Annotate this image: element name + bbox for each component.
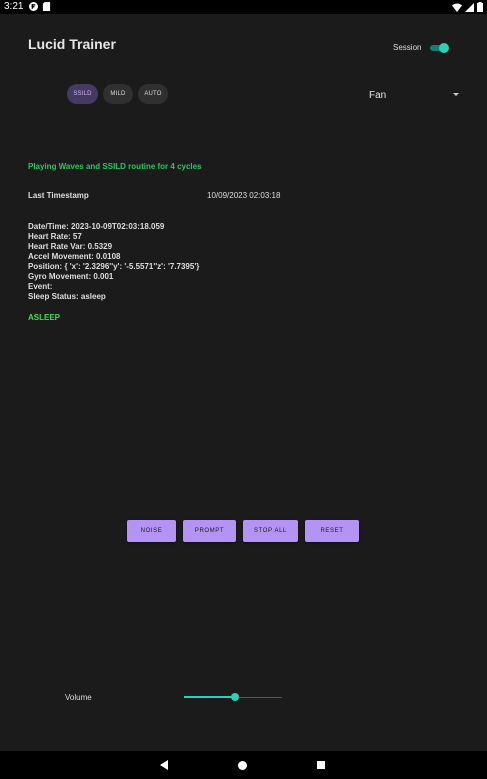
prompt-button[interactable]: PROMPT bbox=[183, 520, 236, 542]
detail-sleep-status: Sleep Status: asleep bbox=[28, 292, 106, 301]
detail-datetime: Date/Time: 2023-10-09T02:03:18.059 bbox=[28, 222, 165, 231]
session-toggle-thumb bbox=[439, 43, 449, 53]
sd-card-icon bbox=[42, 2, 51, 11]
sleep-state: ASLEEP bbox=[28, 313, 61, 322]
detail-heart-rate: Heart Rate: 57 bbox=[28, 232, 82, 241]
last-timestamp-value: 10/09/2023 02:03:18 bbox=[207, 191, 281, 200]
session-toggle[interactable] bbox=[430, 43, 450, 53]
app-title: Lucid Trainer bbox=[28, 36, 116, 52]
chip-ssild[interactable]: SSILD bbox=[67, 84, 98, 104]
detail-gyro-movement: Gyro Movement: 0.001 bbox=[28, 272, 114, 281]
reset-button[interactable]: RESET bbox=[305, 520, 359, 542]
detail-accel-movement: Accel Movement: 0.0108 bbox=[28, 252, 121, 261]
detail-position: Position: { 'x': '2.3296''y': '-5.5571''… bbox=[28, 262, 200, 271]
status-time: 3:21 bbox=[4, 1, 24, 12]
sensor-details: Date/Time: 2023-10-09T02:03:18.059 Heart… bbox=[28, 222, 199, 302]
volume-slider-thumb[interactable] bbox=[230, 693, 239, 701]
routine-status: Playing Waves and SSILD routine for 4 cy… bbox=[28, 162, 202, 171]
detail-event: Event: bbox=[28, 282, 53, 291]
flipboard-icon bbox=[29, 2, 38, 11]
dropdown-arrow-icon bbox=[453, 93, 459, 96]
session-label: Session bbox=[393, 43, 422, 52]
stop-all-button[interactable]: STOP ALL bbox=[243, 520, 298, 542]
last-timestamp-label: Last Timestamp bbox=[28, 191, 89, 200]
chip-mild[interactable]: MILD bbox=[103, 84, 133, 104]
sound-spinner-value: Fan bbox=[369, 90, 387, 101]
home-icon[interactable] bbox=[238, 761, 247, 770]
detail-heart-rate-var: Heart Rate Var: 0.5329 bbox=[28, 242, 113, 251]
status-bar: 3:21 bbox=[0, 0, 487, 14]
wifi-icon bbox=[452, 3, 462, 12]
recents-icon[interactable] bbox=[317, 761, 325, 769]
volume-label: Volume bbox=[65, 693, 92, 702]
noise-button[interactable]: NOISE bbox=[127, 520, 176, 542]
status-right bbox=[452, 1, 483, 13]
back-icon[interactable] bbox=[160, 760, 168, 770]
battery-icon bbox=[477, 2, 483, 12]
signal-icon bbox=[465, 2, 474, 12]
volume-slider-fill bbox=[184, 696, 235, 698]
chip-auto[interactable]: AUTO bbox=[138, 84, 168, 104]
volume-slider[interactable] bbox=[184, 692, 282, 702]
